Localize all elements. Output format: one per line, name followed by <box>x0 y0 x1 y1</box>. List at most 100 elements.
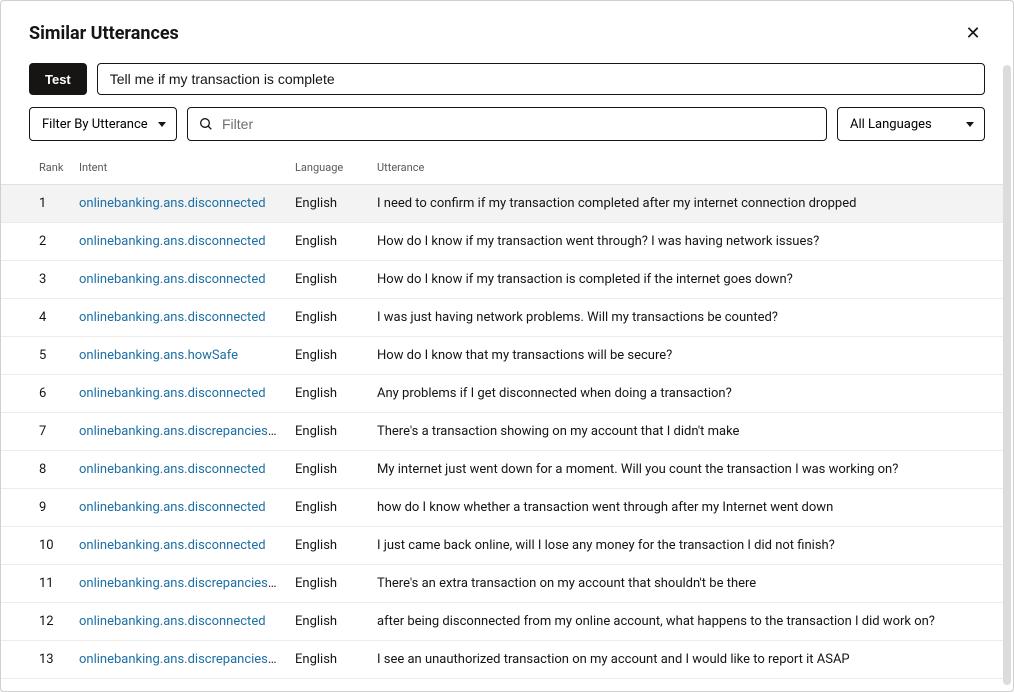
intent-link[interactable]: onlinebanking.ans.disconnected <box>79 614 266 629</box>
filter-row: Filter By Utterance All Languages <box>29 107 985 141</box>
close-button[interactable]: ✕ <box>961 21 985 45</box>
intent-link[interactable]: onlinebanking.ans.disconnected <box>79 234 266 249</box>
filter-by-label: Filter By Utterance <box>42 117 148 132</box>
table-row[interactable]: 11onlinebanking.ans.discrepanciesInAccou… <box>1 565 1003 603</box>
scrollbar[interactable] <box>1003 65 1011 685</box>
cell-language: English <box>287 299 369 337</box>
cell-rank: 6 <box>1 375 71 413</box>
cell-rank: 12 <box>1 603 71 641</box>
intent-link[interactable]: onlinebanking.ans.disconnected <box>79 196 266 211</box>
table-row[interactable]: 6 onlinebanking.ans.disconnected EnglishAn… <box>1 375 1003 413</box>
cell-intent: onlinebanking.ans.disconnected <box>71 261 287 299</box>
filter-by-select[interactable]: Filter By Utterance <box>29 107 177 141</box>
table-row[interactable]: 7 onlinebanking.ans.discrepanciesInAccoun… <box>1 413 1003 451</box>
language-select[interactable]: All Languages <box>837 107 985 141</box>
cell-intent: onlinebanking.ans.disconnected <box>71 375 287 413</box>
cell-utterance: I was just having network problems. Will… <box>369 299 1003 337</box>
cell-intent: onlinebanking.ans.disconnected <box>71 223 287 261</box>
cell-utterance: My internet just went down for a moment.… <box>369 451 1003 489</box>
cell-rank: 5 <box>1 337 71 375</box>
cell-language: English <box>287 527 369 565</box>
cell-language: English <box>287 413 369 451</box>
cell-utterance: How do I know if my transaction is compl… <box>369 261 1003 299</box>
intent-link[interactable]: onlinebanking.ans.discrepanciesInAccount <box>79 424 287 439</box>
modal-title: Similar Utterances <box>29 23 179 44</box>
table-row[interactable]: 1 onlinebanking.ans.disconnected EnglishI … <box>1 185 1003 223</box>
cell-utterance: How do I know if my transaction went thr… <box>369 223 1003 261</box>
cell-intent: onlinebanking.ans.disconnected <box>71 451 287 489</box>
table-row[interactable]: 3 onlinebanking.ans.disconnected EnglishHo… <box>1 261 1003 299</box>
controls: Test Filter By Utterance All Languages <box>1 49 1013 141</box>
cell-language: English <box>287 261 369 299</box>
utterance-input[interactable] <box>97 63 985 95</box>
cell-rank: 8 <box>1 451 71 489</box>
intent-link[interactable]: onlinebanking.ans.discrepanciesInAccount <box>79 576 287 591</box>
cell-rank: 13 <box>1 641 71 679</box>
cell-utterance: There's a transaction showing on my acco… <box>369 413 1003 451</box>
cell-utterance: I see an unauthorized transaction on my … <box>369 641 1003 679</box>
cell-utterance: There's an extra transaction on my accou… <box>369 565 1003 603</box>
table-row[interactable]: 10 onlinebanking.ans.disconnected EnglishI… <box>1 527 1003 565</box>
table-row[interactable]: 9onlinebanking.ans.disconnectedEnglishho… <box>1 489 1003 527</box>
test-button[interactable]: Test <box>29 63 87 95</box>
filter-search[interactable] <box>187 107 827 141</box>
cell-utterance: after being disconnected from my online … <box>369 603 1003 641</box>
cell-rank: 4 <box>1 299 71 337</box>
cell-intent: onlinebanking.ans.disconnected <box>71 489 287 527</box>
cell-utterance: I need to confirm if my transaction comp… <box>369 185 1003 223</box>
col-header-rank[interactable]: Rank <box>1 151 71 185</box>
intent-link[interactable]: onlinebanking.ans.disconnected <box>79 272 266 287</box>
search-icon <box>198 116 214 132</box>
cell-language: English <box>287 489 369 527</box>
modal-header: Similar Utterances ✕ <box>1 1 1013 49</box>
intent-link[interactable]: onlinebanking.ans.disconnected <box>79 500 266 515</box>
intent-link[interactable]: onlinebanking.ans.disconnected <box>79 386 266 401</box>
intent-link[interactable]: onlinebanking.ans.disconnected <box>79 462 266 477</box>
cell-intent: onlinebanking.ans.disconnected <box>71 603 287 641</box>
cell-language: English <box>287 375 369 413</box>
intent-link[interactable]: onlinebanking.ans.disconnected <box>79 538 266 553</box>
cell-intent: onlinebanking.ans.howSafe <box>71 337 287 375</box>
cell-rank: 7 <box>1 413 71 451</box>
cell-language: English <box>287 337 369 375</box>
cell-rank: 2 <box>1 223 71 261</box>
cell-utterance: Any problems if I get disconnected when … <box>369 375 1003 413</box>
cell-rank: 10 <box>1 527 71 565</box>
test-row: Test <box>29 63 985 95</box>
table-row[interactable]: 13 onlinebanking.ans.discrepanciesInAccou… <box>1 641 1003 679</box>
cell-intent: onlinebanking.ans.discrepanciesInAccount <box>71 413 287 451</box>
cell-language: English <box>287 223 369 261</box>
cell-utterance: I just came back online, will I lose any… <box>369 527 1003 565</box>
col-header-intent[interactable]: Intent <box>71 151 287 185</box>
cell-language: English <box>287 565 369 603</box>
results-table: Rank Intent Language Utterance 1 onlineba… <box>1 151 1003 679</box>
col-header-utterance[interactable]: Utterance <box>369 151 1003 185</box>
cell-intent: onlinebanking.ans.discrepanciesInAccount <box>71 641 287 679</box>
cell-utterance: How do I know that my transactions will … <box>369 337 1003 375</box>
chevron-down-icon <box>158 122 166 127</box>
intent-link[interactable]: onlinebanking.ans.disconnected <box>79 310 266 325</box>
table-row[interactable]: 12 onlinebanking.ans.disconnected Englisha… <box>1 603 1003 641</box>
cell-rank: 3 <box>1 261 71 299</box>
cell-language: English <box>287 451 369 489</box>
cell-language: English <box>287 603 369 641</box>
filter-input[interactable] <box>222 116 816 132</box>
table-row[interactable]: 2 onlinebanking.ans.disconnected EnglishHo… <box>1 223 1003 261</box>
table-row[interactable]: 5 onlinebanking.ans.howSafe EnglishHow do … <box>1 337 1003 375</box>
close-icon: ✕ <box>965 23 980 44</box>
language-label: All Languages <box>850 117 932 132</box>
intent-link[interactable]: onlinebanking.ans.discrepanciesInAccount <box>79 652 287 667</box>
cell-language: English <box>287 185 369 223</box>
table-row[interactable]: 4 onlinebanking.ans.disconnected EnglishI … <box>1 299 1003 337</box>
results-table-wrap: Rank Intent Language Utterance 1 onlineba… <box>1 151 1013 691</box>
col-header-language[interactable]: Language <box>287 151 369 185</box>
cell-rank: 1 <box>1 185 71 223</box>
cell-utterance: how do I know whether a transaction went… <box>369 489 1003 527</box>
table-row[interactable]: 8 onlinebanking.ans.disconnected EnglishMy… <box>1 451 1003 489</box>
cell-intent: onlinebanking.ans.disconnected <box>71 185 287 223</box>
cell-language: English <box>287 641 369 679</box>
cell-intent: onlinebanking.ans.discrepanciesInAccount <box>71 565 287 603</box>
intent-link[interactable]: onlinebanking.ans.howSafe <box>79 348 238 363</box>
cell-intent: onlinebanking.ans.disconnected <box>71 299 287 337</box>
similar-utterances-modal: Similar Utterances ✕ Test Filter By Utte… <box>0 0 1014 692</box>
